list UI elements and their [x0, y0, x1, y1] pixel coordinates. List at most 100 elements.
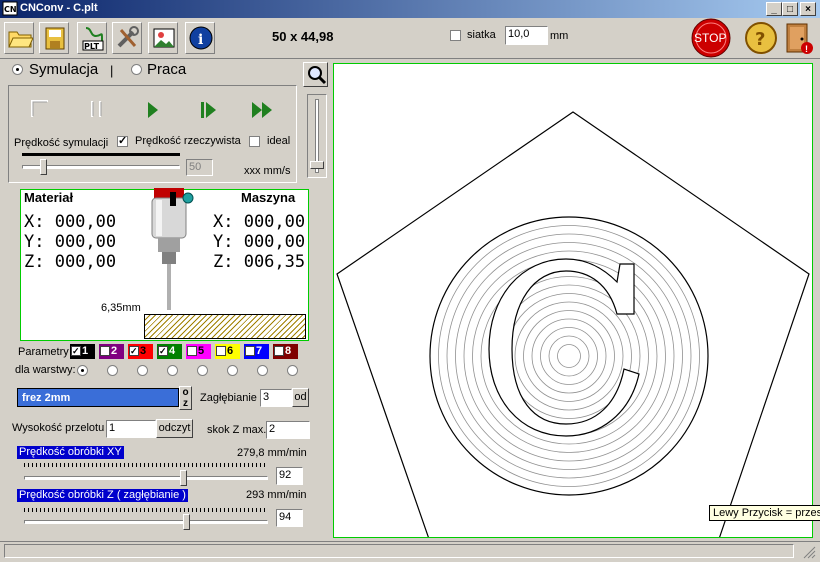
layer-5-number: 5 [198, 345, 205, 357]
plunge-input[interactable]: 3 [260, 389, 292, 407]
tool-select[interactable]: frez 2mm [17, 388, 179, 407]
layer-3-number: 3 [140, 345, 147, 357]
retract-height-input[interactable]: 1 [106, 420, 156, 438]
svg-text:PLT: PLT [84, 42, 100, 51]
open-folder-icon [8, 31, 33, 48]
grid-checkbox[interactable] [450, 30, 461, 41]
resize-grip-icon[interactable] [802, 545, 816, 559]
close-button[interactable]: × [800, 2, 816, 16]
spindle-icon [151, 188, 194, 310]
stop-sim-icon[interactable] [30, 99, 52, 119]
layer-5-swatch[interactable]: 5 [186, 344, 211, 359]
layer-1-checkbox[interactable]: ✓ [71, 346, 81, 356]
zoom-slider[interactable] [307, 94, 327, 178]
z-feed-thumb[interactable] [182, 514, 190, 530]
layer-8-number: 8 [285, 345, 292, 357]
work-radio[interactable] [131, 64, 142, 75]
machine-label: Maszyna [241, 190, 296, 205]
layer-7-number: 7 [256, 345, 263, 357]
xy-feed-percent[interactable]: 92 [276, 467, 303, 485]
exit-door-icon: ! [786, 23, 813, 54]
open-button[interactable] [4, 22, 34, 54]
layer-4-checkbox[interactable]: ✓ [158, 346, 168, 356]
layer-3-radio[interactable] [137, 365, 148, 376]
layer-7-radio[interactable] [257, 365, 268, 376]
maximize-button[interactable]: □ [782, 2, 798, 16]
z-feed-track[interactable] [24, 520, 268, 524]
minimize-button[interactable]: _ [766, 2, 782, 16]
sim-speed-value[interactable]: 50 [186, 159, 213, 176]
layer-6-checkbox[interactable] [216, 346, 226, 356]
toolpath-drawing [336, 111, 810, 537]
layer-7-checkbox[interactable] [245, 346, 255, 356]
z-step-input[interactable]: 2 [266, 421, 310, 439]
layer-4-radio[interactable] [167, 365, 178, 376]
settings-tools-button[interactable] [112, 22, 142, 54]
drawing-canvas[interactable] [333, 63, 813, 538]
image-icon [153, 28, 175, 48]
layer-7-swatch[interactable]: 7 [244, 344, 269, 359]
material-z: Z: 000,00 [24, 252, 117, 272]
z-feed-label: Prędkość obróbki Z ( zagłębianie ) [17, 489, 188, 502]
read-button[interactable]: odczyt [156, 419, 193, 438]
layer-4-number: 4 [169, 345, 176, 357]
pause-icon[interactable] [88, 99, 106, 119]
fast-forward-icon[interactable] [250, 100, 274, 120]
layer-2-checkbox[interactable] [100, 346, 110, 356]
z-feed-ticks [24, 508, 268, 512]
image-button[interactable] [148, 22, 178, 54]
xy-feed-thumb[interactable] [180, 470, 188, 486]
grid-size-input[interactable]: 10,0 [505, 26, 548, 45]
layer-1-swatch[interactable]: ✓ 1 [70, 344, 95, 359]
layer-2-radio[interactable] [107, 365, 118, 376]
info-button[interactable]: i [185, 22, 215, 54]
layer-8-checkbox[interactable] [274, 346, 284, 356]
xy-feed-ticks [24, 463, 268, 467]
layer-6-number: 6 [227, 345, 234, 357]
plunge-od-button[interactable]: od [292, 388, 309, 407]
stop-label: STOP [694, 31, 727, 45]
ideal-checkbox[interactable] [249, 136, 260, 147]
stop-button[interactable]: STOP [685, 18, 737, 58]
layer-3-checkbox[interactable]: ✓ [129, 346, 139, 356]
info-icon: i [189, 26, 213, 50]
layer-8-radio[interactable] [287, 365, 298, 376]
ideal-label: ideal [267, 135, 291, 147]
canvas-tooltip: Lewy Przycisk = przesu [709, 505, 820, 521]
svg-text:!: ! [805, 44, 808, 54]
toolpath-ring [531, 318, 607, 394]
play-icon[interactable] [145, 100, 161, 120]
layer-3-swatch[interactable]: ✓ 3 [128, 344, 153, 359]
zoom-slider-thumb[interactable] [310, 161, 324, 169]
layer-1-radio[interactable] [77, 365, 88, 376]
work-label: Praca [147, 61, 187, 78]
step-forward-icon[interactable] [198, 100, 220, 120]
layer-5-radio[interactable] [197, 365, 208, 376]
pentagon-outline [336, 111, 810, 537]
exit-button[interactable]: ! [781, 21, 815, 55]
z-feed-value: 293 mm/min [246, 489, 307, 501]
zoom-button[interactable] [303, 62, 328, 87]
layer-2-swatch[interactable]: 2 [99, 344, 124, 359]
real-speed-checkbox[interactable] [117, 134, 128, 147]
machine-x: X: 000,00 [213, 212, 306, 232]
for-layers-label: dla warstwy: [15, 364, 76, 376]
layer-4-swatch[interactable]: ✓ 4 [157, 344, 182, 359]
xy-feed-value: 279,8 mm/min [237, 447, 307, 459]
layer-8-swatch[interactable]: 8 [273, 344, 298, 359]
layer-5-checkbox[interactable] [187, 346, 197, 356]
window-title: CNConv - C.plt [20, 2, 98, 14]
title-bar: CN CNConv - C.plt _ □ × [0, 0, 820, 18]
tool-oz-button[interactable]: oz [179, 386, 192, 410]
machine-z: Z: 006,35 [213, 252, 306, 272]
z-feed-percent[interactable]: 94 [276, 509, 303, 527]
sim-speed-thumb[interactable] [40, 159, 48, 175]
import-plt-button[interactable]: PLT [77, 22, 107, 54]
simulation-radio[interactable] [12, 64, 23, 75]
save-button[interactable] [39, 22, 69, 54]
layer-6-radio[interactable] [227, 365, 238, 376]
xy-feed-track[interactable] [24, 476, 268, 480]
grid-label: siatka [467, 29, 496, 41]
help-button[interactable]: ? [744, 21, 778, 55]
layer-6-swatch[interactable]: 6 [215, 344, 240, 359]
